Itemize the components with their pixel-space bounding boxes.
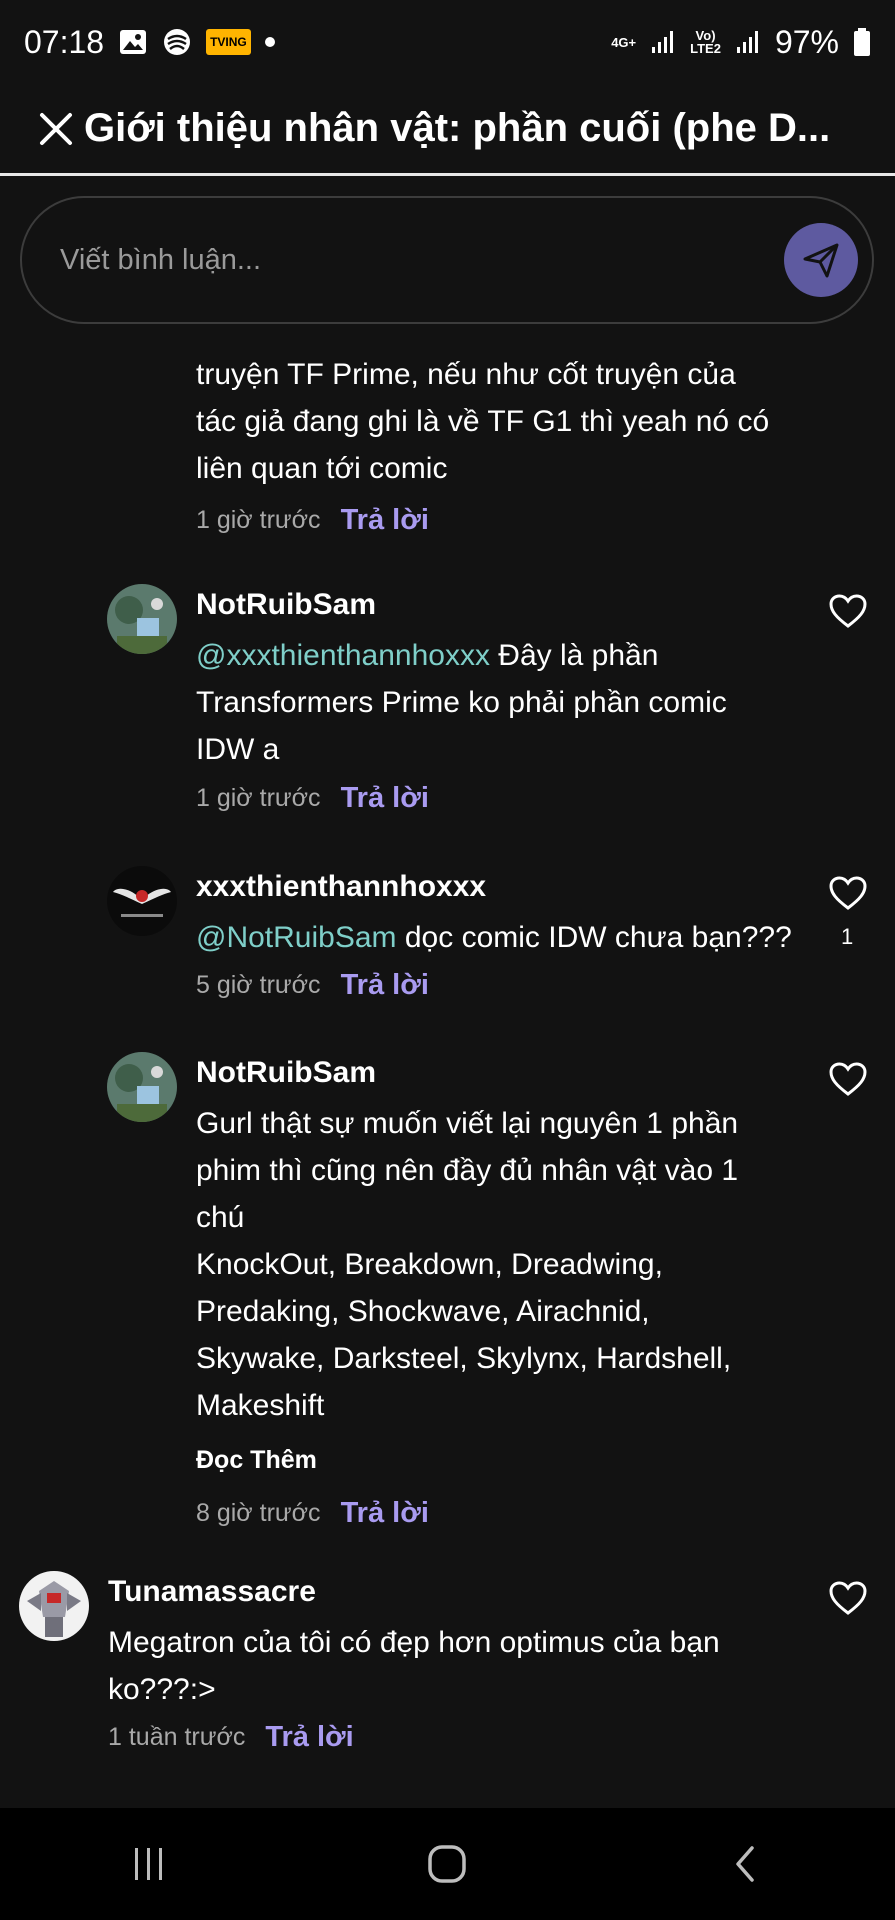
close-icon[interactable] (36, 109, 76, 149)
mention-link[interactable]: @NotRuibSam (196, 921, 397, 954)
avatar[interactable] (107, 1052, 177, 1122)
comment-author[interactable]: xxxthienthannhoxxx (196, 870, 486, 904)
comment-author[interactable]: Tunamassacre (108, 1575, 316, 1609)
top-bar: Giới thiệu nhân vật: phần cuối (phe D... (0, 84, 895, 176)
send-button[interactable] (784, 223, 858, 297)
comment-text: @NotRuibSam dọc comic IDW chưa bạn??? (196, 921, 792, 954)
comment-author[interactable]: NotRuibSam (196, 1056, 376, 1090)
battery-percent: 97% (774, 23, 839, 60)
back-button[interactable] (706, 1834, 786, 1894)
heart-icon[interactable] (828, 1061, 868, 1097)
avatar[interactable] (19, 1571, 89, 1641)
comment-time: 5 giờ trước (196, 971, 321, 999)
tving-icon: TVING (206, 29, 251, 55)
comment-meta: 5 giờ trước Trả lời (196, 969, 429, 1002)
mention-link[interactable]: @xxxthienthannhoxxx (196, 639, 490, 672)
home-button[interactable] (407, 1834, 487, 1894)
comment-meta: 1 giờ trước Trả lời (196, 782, 429, 815)
read-more-button[interactable]: Đọc Thêm (196, 1446, 317, 1475)
signal-icon (650, 29, 676, 55)
reply-button[interactable]: Trả lời (341, 1497, 429, 1530)
heart-icon[interactable] (828, 1580, 868, 1616)
reply-button[interactable]: Trả lời (265, 1721, 353, 1754)
avatar[interactable] (107, 866, 177, 936)
comment-text: Megatron của tôi có đẹp hơn optimus của … (108, 1626, 720, 1706)
home-icon (428, 1845, 467, 1883)
comment-text: truyện TF Prime, nếu như cốt truyện của … (196, 358, 770, 485)
comment-meta: 1 giờ trước Trả lời (196, 504, 429, 537)
send-icon (803, 243, 839, 278)
app-icon (162, 27, 192, 57)
recent-apps-button[interactable] (109, 1834, 189, 1894)
status-bar: 07:18 TVING 4G+ Vo) LTE2 97% (0, 0, 895, 84)
comment-text: @xxxthienthannhoxxx Đây là phần Transfor… (196, 639, 727, 766)
system-nav-bar (0, 1808, 895, 1920)
battery-icon (853, 27, 871, 57)
avatar[interactable] (107, 584, 177, 654)
recent-apps-icon (135, 1848, 163, 1880)
reply-button[interactable]: Trả lời (341, 504, 429, 537)
comment-input-container (20, 196, 874, 324)
volte-label: Vo) LTE2 (690, 28, 721, 56)
heart-icon[interactable] (828, 593, 868, 629)
network-type: 4G+ (611, 34, 637, 50)
comment-time: 1 giờ trước (196, 506, 321, 534)
comment-meta: 1 tuần trước Trả lời (108, 1721, 354, 1754)
comment-time: 8 giờ trước (196, 1499, 321, 1527)
back-icon (736, 1846, 754, 1882)
signal-2-icon (735, 29, 761, 55)
comment-time: 1 giờ trước (196, 784, 321, 812)
comment-time: 1 tuần trước (108, 1723, 246, 1751)
comment-text: Gurl thật sự muốn viết lại nguyên 1 phần… (196, 1107, 739, 1422)
comment-input[interactable] (58, 242, 742, 278)
gallery-icon (118, 27, 148, 57)
heart-icon[interactable] (828, 875, 868, 911)
reply-button[interactable]: Trả lời (341, 782, 429, 815)
status-time: 07:18 (24, 23, 105, 60)
like-count: 1 (841, 924, 854, 949)
notification-dot-icon (264, 37, 275, 47)
comment-meta: 8 giờ trước Trả lời (196, 1497, 429, 1530)
reply-button[interactable]: Trả lời (341, 969, 429, 1002)
comment-author[interactable]: NotRuibSam (196, 588, 376, 622)
page-title: Giới thiệu nhân vật: phần cuối (phe D... (84, 106, 831, 150)
